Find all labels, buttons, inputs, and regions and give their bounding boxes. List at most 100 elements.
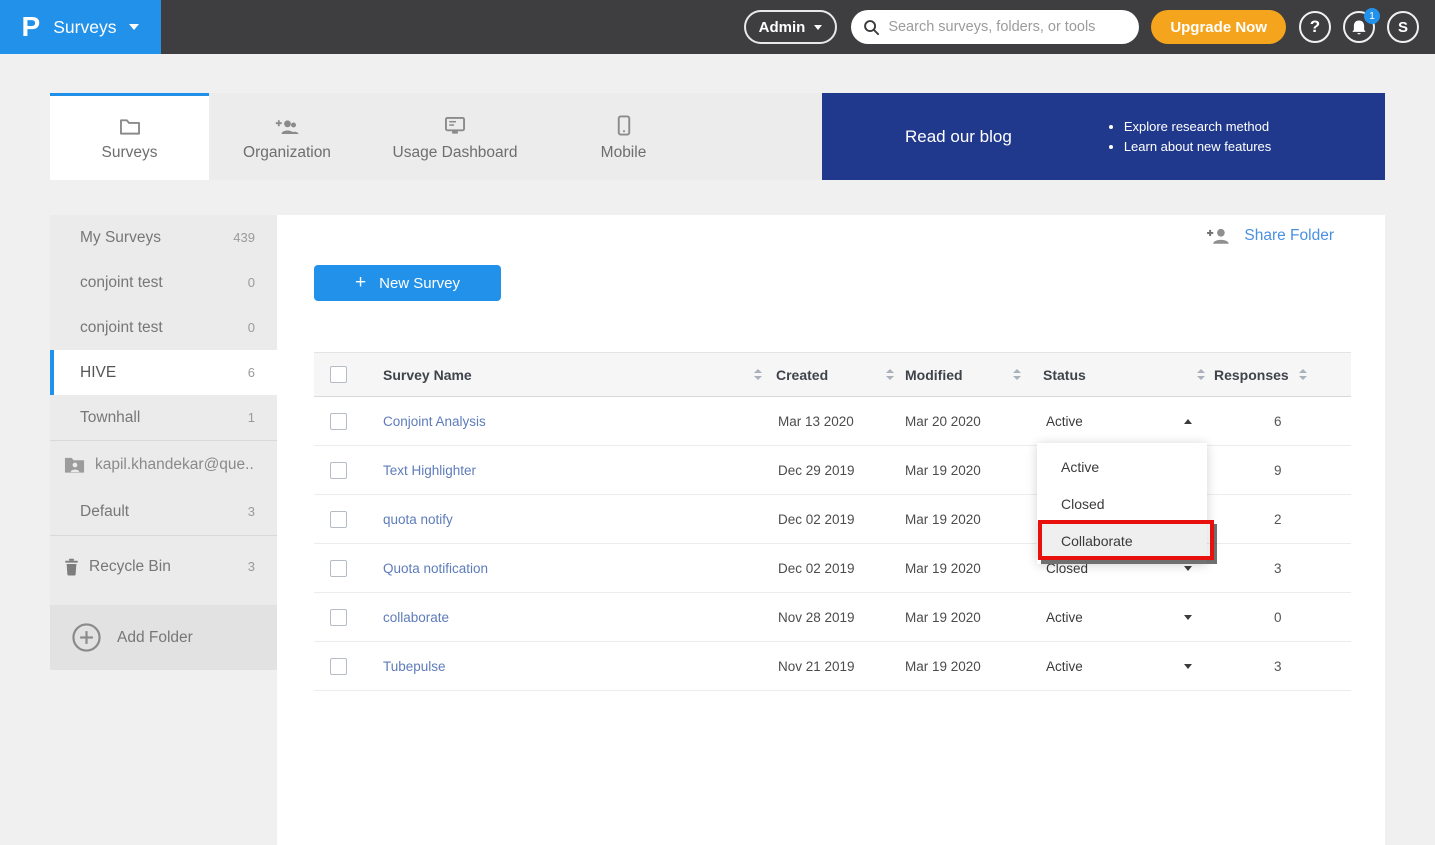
sort-icon[interactable] (1197, 369, 1205, 380)
row-checkbox[interactable] (330, 560, 347, 577)
row-checkbox[interactable] (330, 511, 347, 528)
sidebar-item-recycle-bin[interactable]: Recycle Bin 3 (50, 535, 277, 597)
row-checkbox[interactable] (330, 462, 347, 479)
header-status: Status (1005, 367, 1197, 383)
sort-icon[interactable] (1299, 369, 1307, 380)
shared-section: kapil.khandekar@que... Default 3 (50, 440, 277, 535)
sidebar-item-townhall[interactable]: Townhall 1 (50, 395, 277, 440)
sort-icon[interactable] (1013, 369, 1021, 380)
responses-cell: 3 (1197, 561, 1351, 576)
folder-count: 1 (248, 410, 255, 425)
upgrade-now-button[interactable]: Upgrade Now (1151, 10, 1286, 44)
header-status-label[interactable]: Status (1043, 367, 1086, 383)
select-all-checkbox[interactable] (330, 366, 347, 383)
share-folder-button[interactable]: Share Folder (1206, 227, 1334, 245)
survey-name-link[interactable]: collaborate (370, 610, 745, 625)
modified-cell: Mar 20 2020 (875, 414, 1005, 429)
add-folder-button[interactable]: Add Folder (50, 605, 277, 670)
folder-label: conjoint test (80, 274, 163, 292)
modified-cell: Mar 19 2020 (875, 659, 1005, 674)
tabs-filler (702, 93, 822, 180)
banner-bullet: Explore research method (1124, 119, 1271, 134)
sidebar-filler (50, 670, 277, 845)
tab-label: Usage Dashboard (393, 144, 518, 162)
folder-label: My Surveys (80, 229, 161, 247)
sidebar-item-conjoint-test-1[interactable]: conjoint test 0 (50, 260, 277, 305)
avatar-letter: S (1398, 19, 1408, 36)
status-dropdown-menu: Active Closed Collaborate (1037, 443, 1207, 564)
folder-count: 0 (248, 320, 255, 335)
survey-name-link[interactable]: Quota notification (370, 561, 745, 576)
header-responses: Responses (1197, 367, 1351, 383)
folders-sidebar: My Surveys 439 conjoint test 0 conjoint … (50, 215, 277, 845)
folder-count: 3 (248, 504, 255, 519)
row-checkbox-cell (314, 413, 370, 430)
tab-surveys[interactable]: Surveys (50, 93, 209, 180)
table-header-row: Survey Name Created Modified Status (314, 352, 1351, 397)
admin-menu-button[interactable]: Admin (744, 10, 838, 44)
survey-name-link[interactable]: Text Highlighter (370, 463, 745, 478)
folder-count: 3 (248, 559, 255, 574)
folder-icon (118, 114, 142, 136)
status-value: Active (1046, 414, 1083, 429)
folder-label: conjoint test (80, 319, 163, 337)
row-checkbox[interactable] (330, 609, 347, 626)
tab-organization[interactable]: Organization (209, 93, 365, 180)
sidebar-item-hive[interactable]: HIVE 6 (50, 350, 277, 395)
account-avatar[interactable]: S (1387, 11, 1419, 43)
new-survey-button[interactable]: + New Survey (314, 265, 501, 301)
survey-name-link[interactable]: Tubepulse (370, 659, 745, 674)
sort-icon[interactable] (754, 369, 762, 380)
row-checkbox-cell (314, 609, 370, 626)
tabs-area: Surveys Organization Usage Dashboard Mob… (50, 93, 822, 180)
table-row: Tubepulse Nov 21 2019 Mar 19 2020 Active… (314, 642, 1351, 691)
status-dropdown-toggle[interactable] (1184, 419, 1192, 424)
row-checkbox[interactable] (330, 658, 347, 675)
tab-label: Surveys (102, 144, 158, 162)
surveys-panel: Share Folder + New Survey Survey Name Cr… (277, 215, 1385, 845)
sidebar-item-my-surveys[interactable]: My Surveys 439 (50, 215, 277, 260)
status-option-closed[interactable]: Closed (1037, 485, 1207, 522)
row-checkbox[interactable] (330, 413, 347, 430)
status-value: Active (1046, 659, 1083, 674)
status-dropdown-toggle[interactable] (1184, 664, 1192, 669)
sidebar-item-conjoint-test-2[interactable]: conjoint test 0 (50, 305, 277, 350)
top-bar: P Surveys Admin Upgrade Now ? 1 S (0, 0, 1435, 54)
tab-mobile[interactable]: Mobile (545, 93, 702, 180)
sort-icon[interactable] (886, 369, 894, 380)
modified-cell: Mar 19 2020 (875, 463, 1005, 478)
header-responses-label[interactable]: Responses (1214, 367, 1289, 383)
chevron-down-icon (129, 24, 139, 30)
search-input[interactable] (888, 19, 1127, 35)
mobile-icon (617, 114, 631, 136)
tab-label: Mobile (601, 144, 647, 162)
responses-cell: 3 (1197, 659, 1351, 674)
status-dropdown-toggle[interactable] (1184, 566, 1192, 571)
header-checkbox-cell (314, 366, 370, 383)
folder-count: 6 (248, 365, 255, 380)
tab-usage-dashboard[interactable]: Usage Dashboard (365, 93, 545, 180)
header-created-label[interactable]: Created (776, 367, 828, 383)
status-option-collaborate[interactable]: Collaborate (1037, 522, 1207, 559)
status-option-active[interactable]: Active (1037, 448, 1207, 485)
banner-bullet: Learn about new features (1124, 139, 1271, 154)
folder-label: HIVE (80, 364, 116, 382)
brand-label: Surveys (53, 17, 116, 38)
row-checkbox-cell (314, 511, 370, 528)
product-switcher[interactable]: P Surveys (0, 0, 161, 54)
section-tabs: Surveys Organization Usage Dashboard Mob… (50, 93, 1385, 180)
responses-cell: 2 (1197, 512, 1351, 527)
status-dropdown-toggle[interactable] (1184, 615, 1192, 620)
header-modified-label[interactable]: Modified (905, 367, 963, 383)
row-checkbox-cell (314, 658, 370, 675)
notifications-button[interactable]: 1 (1343, 11, 1375, 43)
survey-name-link[interactable]: quota notify (370, 512, 745, 527)
survey-name-link[interactable]: Conjoint Analysis (370, 414, 745, 429)
global-search[interactable] (851, 10, 1139, 44)
sidebar-item-default[interactable]: Default 3 (50, 488, 277, 535)
banner-title[interactable]: Read our blog (905, 127, 1012, 147)
help-button[interactable]: ? (1299, 11, 1331, 43)
sidebar-item-shared-account[interactable]: kapil.khandekar@que... (50, 441, 277, 488)
blog-banner[interactable]: Read our blog Explore research method Le… (822, 93, 1385, 180)
folder-label: Default (80, 503, 129, 521)
